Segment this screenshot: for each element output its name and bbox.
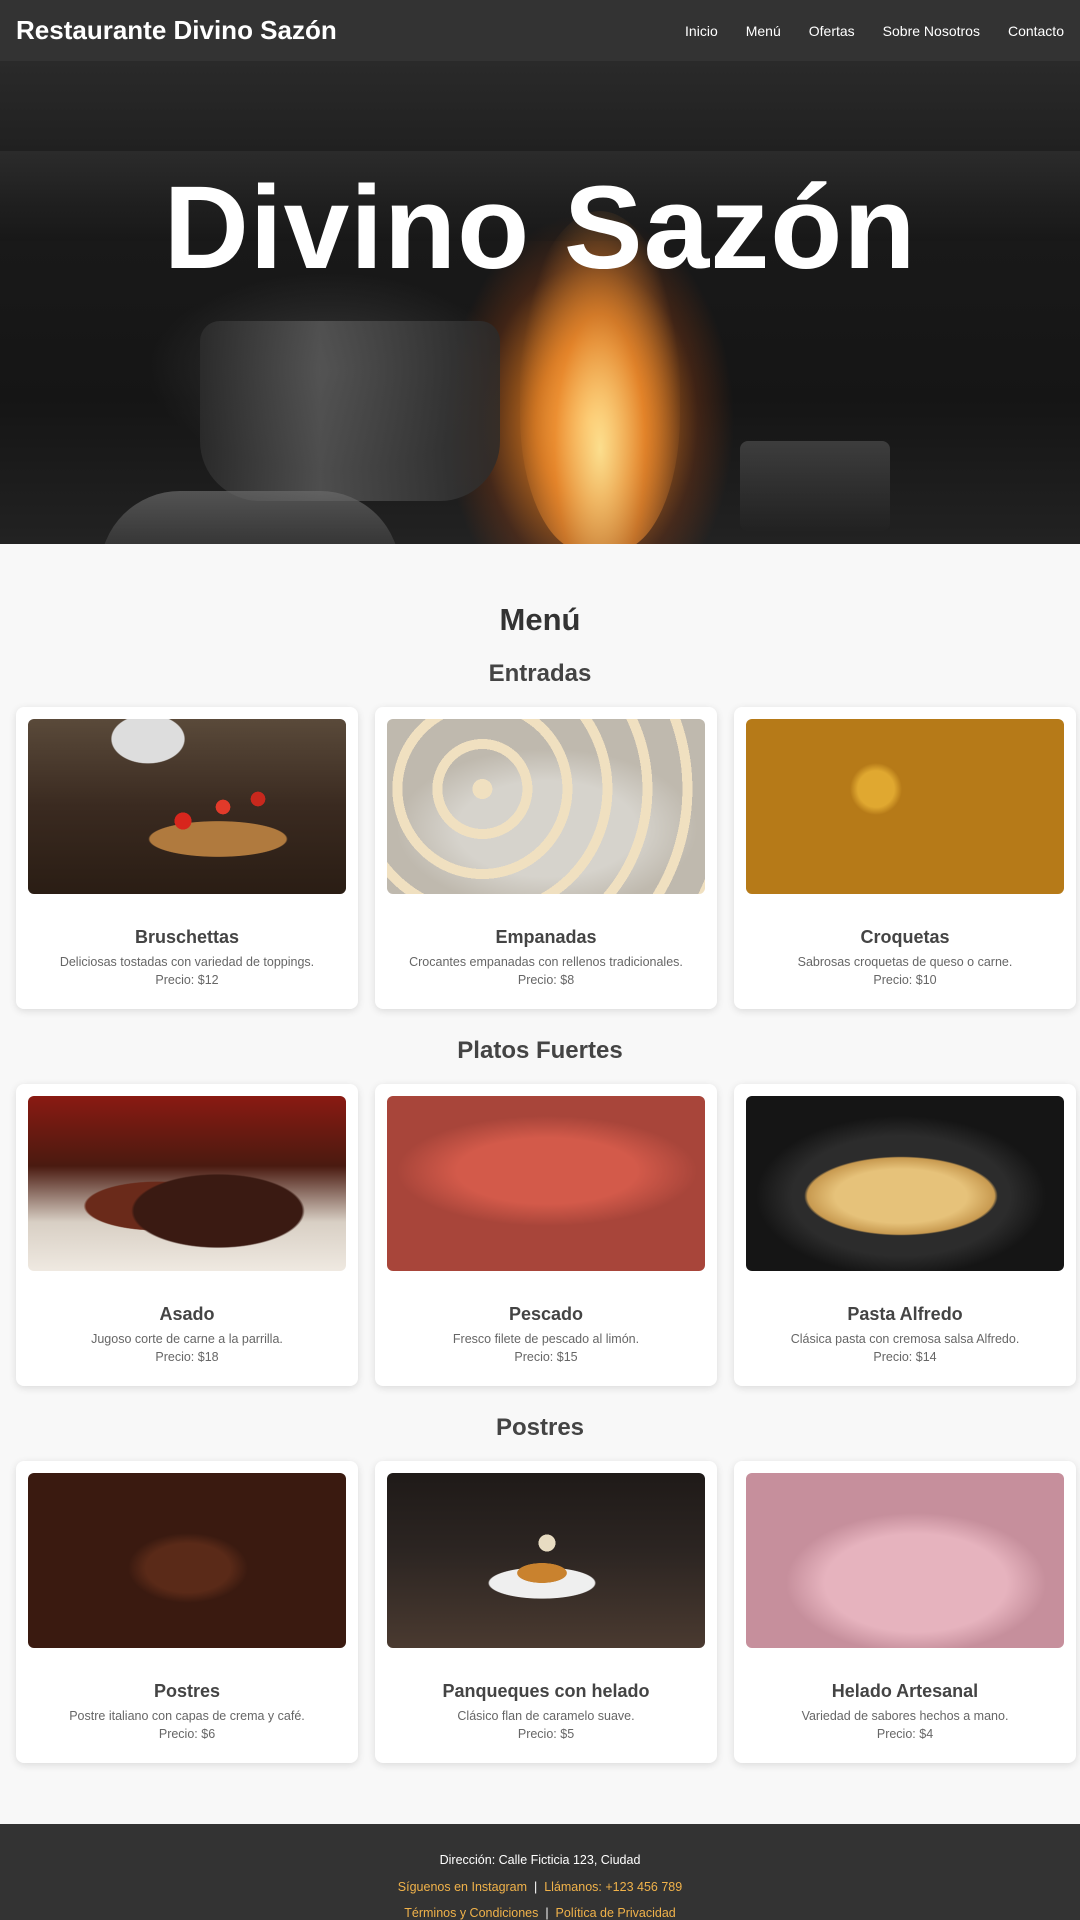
dish-image xyxy=(387,719,705,894)
dish-price: Precio: $14 xyxy=(873,1350,937,1364)
dish-name: Croquetas xyxy=(860,927,950,947)
dish-price: Precio: $10 xyxy=(873,973,937,987)
dish-name: Panqueques con helado xyxy=(442,1681,650,1701)
footer-address: Dirección: Calle Ficticia 123, Ciudad xyxy=(439,1853,641,1867)
dish-description: Sabrosas croquetas de queso o carne. xyxy=(797,955,1013,969)
menu-card[interactable]: Panqueques con helado Clásico flan de ca… xyxy=(375,1461,717,1763)
dish-image xyxy=(28,1096,346,1271)
card-row-platos-fuertes: Asado Jugoso corte de carne a la parrill… xyxy=(16,1084,1076,1386)
dish-description: Postre italiano con capas de crema y caf… xyxy=(69,1709,305,1723)
dish-name: Bruschettas xyxy=(134,927,240,947)
dish-description: Crocantes empanadas con rellenos tradici… xyxy=(409,955,683,969)
phone-link[interactable]: Llámanos: +123 456 789 xyxy=(544,1880,682,1894)
dish-price: Precio: $6 xyxy=(158,1727,216,1741)
menu-card[interactable]: Helado Artesanal Variedad de sabores hec… xyxy=(734,1461,1076,1763)
nav-link-inicio[interactable]: Inicio xyxy=(685,23,718,39)
menu-card[interactable]: Asado Jugoso corte de carne a la parrill… xyxy=(16,1084,358,1386)
category-title-postres: Postres xyxy=(495,1414,585,1441)
dish-name: Pescado xyxy=(508,1304,584,1324)
footer: Dirección: Calle Ficticia 123, Ciudad Sí… xyxy=(0,1824,1080,1920)
footer-legal-line: Términos y Condiciones | Política de Pri… xyxy=(0,1906,1080,1920)
dish-description: Fresco filete de pescado al limón. xyxy=(452,1332,640,1346)
menu-card[interactable]: Empanadas Crocantes empanadas con rellen… xyxy=(375,707,717,1009)
dish-price: Precio: $18 xyxy=(155,1350,219,1364)
separator: | xyxy=(541,1906,553,1920)
dish-image xyxy=(746,719,1064,894)
hero-title: Divino Sazón xyxy=(163,161,917,294)
nav-link-ofertas[interactable]: Ofertas xyxy=(809,23,855,39)
menu-card[interactable]: Pasta Alfredo Clásica pasta con cremosa … xyxy=(734,1084,1076,1386)
dish-description: Deliciosas tostadas con variedad de topp… xyxy=(59,955,315,969)
dish-name: Postres xyxy=(153,1681,221,1701)
menu-title: Menú xyxy=(499,602,581,637)
menu-card[interactable]: Bruschettas Deliciosas tostadas con vari… xyxy=(16,707,358,1009)
footer-social-line: Síguenos en Instagram | Llámanos: +123 4… xyxy=(0,1880,1080,1894)
privacy-link[interactable]: Política de Privacidad xyxy=(556,1906,676,1920)
menu-card[interactable]: Postres Postre italiano con capas de cre… xyxy=(16,1461,358,1763)
instagram-link[interactable]: Síguenos en Instagram xyxy=(398,1880,527,1894)
dish-name: Empanadas xyxy=(495,927,597,947)
dish-description: Clásico flan de caramelo suave. xyxy=(457,1709,635,1723)
dish-image xyxy=(28,719,346,894)
dish-name: Asado xyxy=(159,1304,215,1324)
navbar: Restaurante Divino Sazón Inicio Menú Ofe… xyxy=(0,0,1080,61)
dish-name: Pasta Alfredo xyxy=(847,1304,963,1324)
dish-price: Precio: $4 xyxy=(876,1727,934,1741)
dish-price: Precio: $5 xyxy=(517,1727,575,1741)
card-row-postres: Postres Postre italiano con capas de cre… xyxy=(16,1461,1076,1763)
dish-image xyxy=(387,1096,705,1271)
hero-banner: Divino Sazón xyxy=(0,61,1080,544)
dish-image xyxy=(387,1473,705,1648)
menu-card[interactable]: Croquetas Sabrosas croquetas de queso o … xyxy=(734,707,1076,1009)
category-title-entradas: Entradas xyxy=(488,660,592,687)
dish-image xyxy=(28,1473,346,1648)
category-title-platos-fuertes: Platos Fuertes xyxy=(457,1037,623,1064)
separator: | xyxy=(530,1880,541,1894)
dish-price: Precio: $8 xyxy=(517,973,575,987)
brand-title[interactable]: Restaurante Divino Sazón xyxy=(16,15,337,46)
dish-name: Helado Artesanal xyxy=(831,1681,979,1701)
dish-description: Jugoso corte de carne a la parrilla. xyxy=(91,1332,283,1346)
dish-price: Precio: $12 xyxy=(155,973,219,987)
nav-links: Inicio Menú Ofertas Sobre Nosotros Conta… xyxy=(685,23,1064,39)
dish-image xyxy=(746,1473,1064,1648)
dish-description: Variedad de sabores hechos a mano. xyxy=(801,1709,1009,1723)
menu-card[interactable]: Pescado Fresco filete de pescado al limó… xyxy=(375,1084,717,1386)
terms-link[interactable]: Términos y Condiciones xyxy=(404,1906,538,1920)
dish-price: Precio: $15 xyxy=(514,1350,578,1364)
card-row-entradas: Bruschettas Deliciosas tostadas con vari… xyxy=(16,707,1076,1009)
dish-description: Clásica pasta con cremosa salsa Alfredo. xyxy=(790,1332,1020,1346)
nav-link-sobre-nosotros[interactable]: Sobre Nosotros xyxy=(883,23,980,39)
nav-link-contacto[interactable]: Contacto xyxy=(1008,23,1064,39)
dish-image xyxy=(746,1096,1064,1271)
nav-link-menu[interactable]: Menú xyxy=(746,23,781,39)
